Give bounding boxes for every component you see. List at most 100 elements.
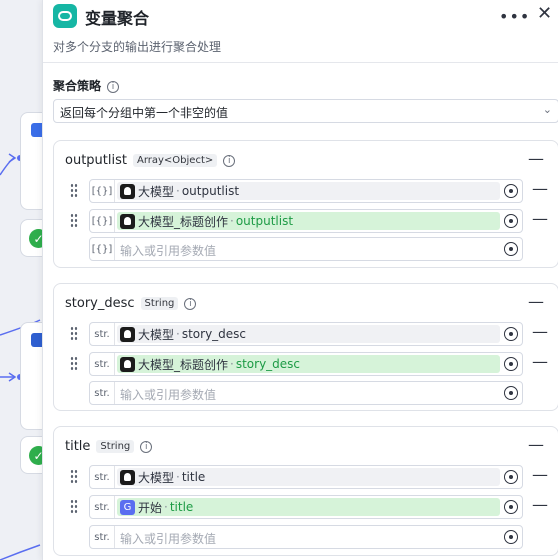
drag-handle-icon[interactable] bbox=[70, 183, 78, 197]
variable-reference-field[interactable]: str. 大模型_标题创作 · story_desc bbox=[89, 352, 523, 376]
string-type-icon: str. bbox=[90, 353, 115, 375]
variable-reference-field[interactable]: str. 大模型 · title bbox=[89, 465, 523, 489]
variable-aggregate-icon bbox=[53, 4, 77, 28]
string-type-icon: str. bbox=[90, 382, 115, 404]
drag-handle-icon[interactable] bbox=[70, 356, 78, 370]
info-icon[interactable]: i bbox=[184, 297, 197, 310]
reference-chip[interactable]: 大模型 · title bbox=[117, 468, 500, 486]
variable-row: str. G 开始 · title — bbox=[54, 495, 558, 519]
string-type-icon: str. bbox=[90, 526, 115, 548]
info-icon[interactable]: i bbox=[140, 440, 153, 453]
drag-handle-icon[interactable] bbox=[70, 326, 78, 340]
llm-node-icon bbox=[120, 356, 135, 372]
type-badge: String bbox=[96, 440, 135, 453]
source-variable: title bbox=[169, 500, 194, 514]
strategy-label-text: 聚合策略 bbox=[53, 79, 102, 93]
source-node-name: 大模型 bbox=[138, 327, 175, 342]
type-badge: Array<Object> bbox=[132, 154, 218, 167]
separator: · bbox=[230, 357, 234, 371]
variable-reference-field[interactable]: str. 大模型 · story_desc bbox=[89, 322, 523, 346]
close-icon[interactable]: ✕ bbox=[537, 3, 552, 24]
source-node-name: 大模型 bbox=[138, 184, 175, 199]
remove-row-icon[interactable]: — bbox=[532, 209, 548, 228]
variable-reference-field[interactable]: [{}] 大模型_标题创作 · outputlist bbox=[89, 209, 523, 233]
panel-subtitle: 对多个分支的输出进行聚合处理 bbox=[53, 40, 222, 54]
reference-target-icon[interactable] bbox=[504, 184, 518, 198]
variable-row-empty: str. 输入或引用参数值 bbox=[54, 381, 558, 405]
variable-reference-field[interactable]: [{}] 大模型 · outputlist bbox=[89, 179, 523, 203]
separator: · bbox=[176, 470, 180, 484]
start-node-icon: G bbox=[120, 499, 135, 515]
group-header: title String i bbox=[65, 439, 153, 454]
variable-row: str. 大模型 · story_desc — bbox=[54, 322, 558, 346]
reference-chip[interactable]: G 开始 · title bbox=[117, 498, 500, 516]
reference-target-icon[interactable] bbox=[504, 357, 518, 371]
source-node-name: 开始 bbox=[138, 500, 163, 515]
reference-target-icon[interactable] bbox=[504, 500, 518, 514]
variable-input-field[interactable]: [{}] 输入或引用参数值 bbox=[89, 237, 523, 261]
aggregate-group-outputlist: outputlist Array<Object> i — [{}] 大模型 · outp… bbox=[53, 140, 558, 268]
reference-target-icon[interactable] bbox=[504, 327, 518, 341]
reference-chip[interactable]: 大模型 · story_desc bbox=[117, 325, 500, 343]
info-icon[interactable]: i bbox=[107, 80, 120, 93]
variable-row: str. 大模型_标题创作 · story_desc — bbox=[54, 352, 558, 376]
collapse-group-icon[interactable]: — bbox=[528, 292, 544, 311]
reference-target-icon[interactable] bbox=[504, 386, 518, 400]
array-object-type-icon: [{}] bbox=[90, 210, 115, 232]
separator: · bbox=[230, 214, 234, 228]
strategy-selected-value: 返回每个分组中第一个非空的值 bbox=[60, 106, 229, 120]
group-name: title bbox=[65, 439, 91, 454]
variable-reference-field[interactable]: str. G 开始 · title bbox=[89, 495, 523, 519]
source-variable: title bbox=[181, 470, 206, 484]
reference-chip[interactable]: 大模型 · outputlist bbox=[117, 182, 500, 200]
collapse-group-icon[interactable]: — bbox=[528, 435, 544, 454]
drag-handle-icon[interactable] bbox=[70, 469, 78, 483]
more-horizontal-icon[interactable]: ••• bbox=[499, 7, 530, 26]
reference-chip[interactable]: 大模型_标题创作 · story_desc bbox=[117, 355, 500, 373]
remove-row-icon[interactable]: — bbox=[532, 322, 548, 341]
header-divider bbox=[43, 62, 558, 63]
reference-target-icon[interactable] bbox=[504, 214, 518, 228]
source-node-name: 大模型_标题创作 bbox=[138, 357, 229, 372]
aggregate-strategy-select[interactable]: 返回每个分组中第一个非空的值 ⌄ bbox=[53, 99, 558, 123]
drag-handle-icon[interactable] bbox=[70, 499, 78, 513]
variable-input-field[interactable]: str. 输入或引用参数值 bbox=[89, 525, 523, 549]
variable-row-empty: [{}] 输入或引用参数值 bbox=[54, 237, 558, 261]
variable-input-field[interactable]: str. 输入或引用参数值 bbox=[89, 381, 523, 405]
array-object-type-icon: [{}] bbox=[90, 238, 115, 260]
llm-node-icon bbox=[120, 469, 135, 485]
chevron-down-icon: ⌄ bbox=[542, 103, 552, 116]
reference-target-icon[interactable] bbox=[504, 530, 518, 544]
group-name: outputlist bbox=[65, 153, 127, 168]
type-badge: String bbox=[140, 297, 179, 310]
remove-row-icon[interactable]: — bbox=[532, 179, 548, 198]
llm-node-icon bbox=[120, 213, 135, 229]
source-variable: story_desc bbox=[235, 357, 301, 371]
reference-target-icon[interactable] bbox=[504, 470, 518, 484]
reference-target-icon[interactable] bbox=[504, 242, 518, 256]
input-placeholder: 输入或引用参数值 bbox=[120, 532, 217, 546]
info-icon[interactable]: i bbox=[223, 154, 236, 167]
drag-handle-icon[interactable] bbox=[70, 213, 78, 227]
source-variable: outputlist bbox=[181, 184, 240, 198]
group-header: story_desc String i bbox=[65, 296, 197, 311]
remove-row-icon[interactable]: — bbox=[532, 495, 548, 514]
separator: · bbox=[164, 500, 168, 514]
source-node-name: 大模型_标题创作 bbox=[138, 214, 229, 229]
aggregate-group-title: title String i — str. 大模型 · title — str. G 开 bbox=[53, 426, 558, 556]
aggregate-strategy-label: 聚合策略 i bbox=[53, 77, 120, 94]
string-type-icon: str. bbox=[90, 466, 115, 488]
collapse-group-icon[interactable]: — bbox=[528, 149, 544, 168]
group-name: story_desc bbox=[65, 296, 135, 311]
source-variable: outputlist bbox=[235, 214, 294, 228]
input-placeholder: 输入或引用参数值 bbox=[120, 388, 217, 402]
variable-aggregate-panel: 变量聚合 ••• ✕ 对多个分支的输出进行聚合处理 聚合策略 i 返回每个分组中第… bbox=[42, 0, 558, 560]
reference-chip[interactable]: 大模型_标题创作 · outputlist bbox=[117, 212, 500, 230]
string-type-icon: str. bbox=[90, 496, 115, 518]
variable-row: str. 大模型 · title — bbox=[54, 465, 558, 489]
source-variable: story_desc bbox=[181, 327, 247, 341]
input-placeholder: 输入或引用参数值 bbox=[120, 244, 217, 258]
remove-row-icon[interactable]: — bbox=[532, 352, 548, 371]
panel-header: 变量聚合 ••• ✕ 对多个分支的输出进行聚合处理 bbox=[43, 0, 558, 64]
remove-row-icon[interactable]: — bbox=[532, 465, 548, 484]
